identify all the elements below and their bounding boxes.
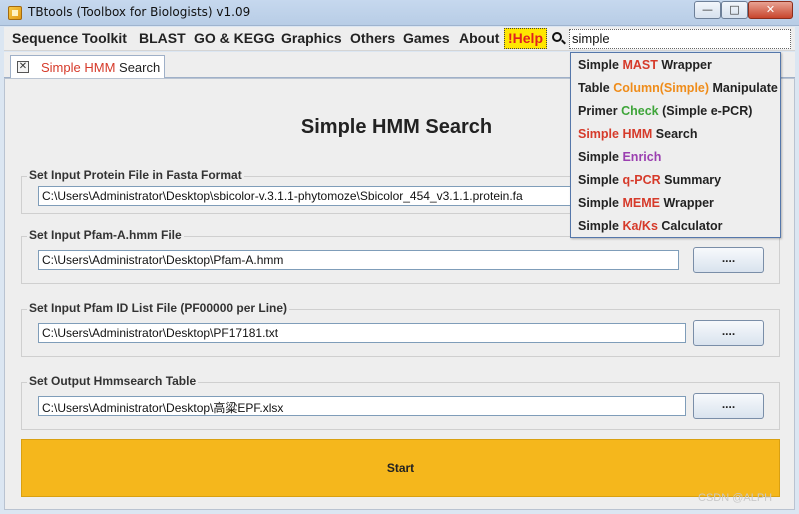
dd-highlight: Ka/Ks	[622, 219, 658, 233]
close-button[interactable]: ✕	[748, 1, 793, 19]
group-label: Set Input Pfam ID List File (PF00000 per…	[27, 301, 290, 315]
dd-text: Calculator	[657, 219, 723, 233]
dd-highlight: Check	[621, 104, 659, 118]
dd-highlight: Simple HMM	[578, 127, 653, 141]
output-table-group: Set Output Hmmsearch Table C:\Users\Admi…	[21, 374, 780, 430]
dd-text: Simple	[578, 58, 623, 72]
menu-blast[interactable]: BLAST	[139, 30, 186, 46]
search-results-dropdown: Simple MAST Wrapper Table Column(Simple)…	[570, 52, 781, 238]
pfam-hmm-group: Set Input Pfam-A.hmm File C:\Users\Admin…	[21, 228, 780, 284]
dd-highlight: Column(Simple)	[613, 81, 710, 95]
dd-highlight: MAST	[622, 58, 658, 72]
dropdown-item-table-column-manipulate[interactable]: Table Column(Simple) Manipulate	[578, 81, 778, 95]
menu-help[interactable]: !Help	[504, 28, 547, 49]
dd-text: (Simple e-PCR)	[658, 104, 753, 118]
group-label: Set Input Protein File in Fasta Format	[27, 168, 244, 182]
browse-pfam-hmm-button[interactable]: ....	[693, 247, 764, 273]
search-input[interactable]: simple	[569, 29, 791, 49]
dd-highlight: q-PCR	[622, 173, 661, 187]
start-button[interactable]: Start	[21, 439, 780, 497]
tab-simple-hmm-search[interactable]: ✕ Simple HMM Search	[10, 55, 165, 79]
group-label: Set Output Hmmsearch Table	[27, 374, 199, 388]
menu-sequence-toolkit[interactable]: Sequence Toolkit	[12, 30, 127, 46]
dd-text: Table	[578, 81, 614, 95]
menu-bar: Sequence Toolkit BLAST GO & KEGG Graphic…	[4, 27, 795, 51]
menu-graphics[interactable]: Graphics	[281, 30, 342, 46]
dropdown-item-simple-qpcr-summary[interactable]: Simple q-PCR Summary	[578, 173, 721, 187]
dd-text: Primer	[578, 104, 622, 118]
dd-text: Summary	[660, 173, 722, 187]
dd-text: Wrapper	[659, 196, 714, 210]
watermark: CSDN @ALPH	[698, 492, 773, 504]
pfam-id-list-group: Set Input Pfam ID List File (PF00000 per…	[21, 301, 780, 357]
group-label: Set Input Pfam-A.hmm File	[27, 228, 184, 242]
maximize-button[interactable]: □	[721, 1, 748, 19]
dd-text: Simple	[578, 196, 623, 210]
dd-text: Search	[652, 127, 698, 141]
dd-highlight: MEME	[622, 196, 660, 210]
search-icon	[552, 32, 562, 42]
window-title: TBtools (Toolbox for Biologists) v1.09	[28, 5, 251, 19]
dd-text: Wrapper	[657, 58, 712, 72]
title-bar: TBtools (Toolbox for Biologists) v1.09 —…	[0, 0, 799, 26]
dropdown-item-simple-hmm-search[interactable]: Simple HMM Search	[578, 127, 697, 141]
dropdown-item-simple-mast-wrapper[interactable]: Simple MAST Wrapper	[578, 58, 712, 72]
dropdown-item-simple-kaks-calculator[interactable]: Simple Ka/Ks Calculator	[578, 219, 723, 233]
app-logo-icon	[8, 6, 22, 20]
browse-output-button[interactable]: ....	[693, 393, 764, 419]
tab-label-highlight: Simple HMM	[41, 60, 116, 75]
menu-others[interactable]: Others	[350, 30, 395, 46]
dd-text: Simple	[578, 219, 623, 233]
minimize-button[interactable]: —	[694, 1, 721, 19]
dd-text: Simple	[578, 173, 623, 187]
dd-highlight: Enrich	[622, 150, 662, 164]
menu-go-kegg[interactable]: GO & KEGG	[194, 30, 275, 46]
dropdown-item-primer-check[interactable]: Primer Check (Simple e-PCR)	[578, 104, 752, 118]
tab-label-rest: Search	[115, 60, 161, 75]
pfam-id-list-input[interactable]: C:\Users\Administrator\Desktop\PF17181.t…	[38, 323, 686, 343]
tab-label: Simple HMM Search	[41, 60, 160, 75]
dropdown-item-simple-enrich[interactable]: Simple Enrich	[578, 150, 661, 164]
pfam-hmm-input[interactable]: C:\Users\Administrator\Desktop\Pfam-A.hm…	[38, 250, 679, 270]
dd-text: Simple	[578, 150, 623, 164]
tab-close-icon[interactable]: ✕	[17, 61, 29, 73]
dd-text: Manipulate	[709, 81, 778, 95]
dropdown-item-simple-meme-wrapper[interactable]: Simple MEME Wrapper	[578, 196, 714, 210]
browse-pfam-id-button[interactable]: ....	[693, 320, 764, 346]
output-table-input[interactable]: C:\Users\Administrator\Desktop\高粱EPF.xls…	[38, 396, 686, 416]
menu-games[interactable]: Games	[403, 30, 450, 46]
protein-file-input[interactable]: C:\Users\Administrator\Desktop\sbicolor-…	[38, 186, 578, 206]
menu-about[interactable]: About	[459, 30, 499, 46]
